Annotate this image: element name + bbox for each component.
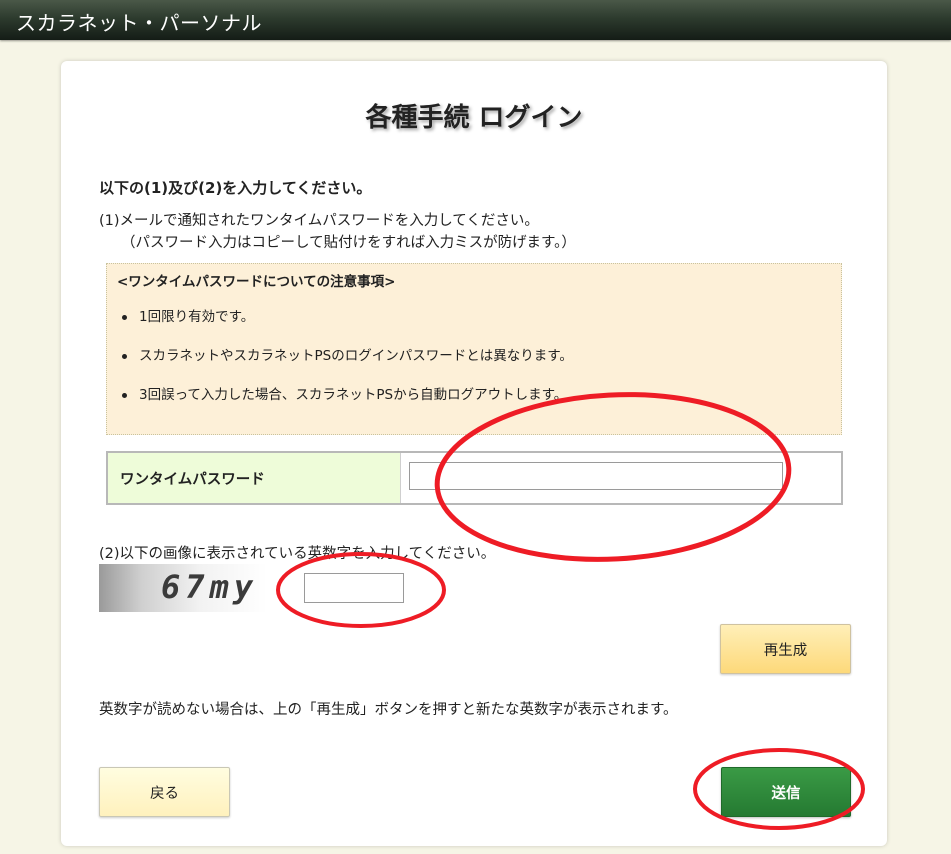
captcha-image: 67my	[99, 564, 267, 612]
captcha-help-text: 英数字が読めない場合は、上の「再生成」ボタンを押すと新たな英数字が表示されます。	[99, 702, 678, 718]
notice-list: 1回限り有効です。 スカラネットやスカラネットPSのログインパスワードとは異なり…	[119, 308, 573, 425]
captcha-input[interactable]	[304, 573, 404, 603]
captcha-image-text: 67my	[161, 568, 259, 606]
app-title: スカラネット・パーソナル	[16, 11, 262, 35]
otp-input-cell	[401, 453, 841, 503]
submit-button[interactable]: 送信	[721, 767, 851, 817]
instruction-text: 以下の(1)及び(2)を入力してください。	[99, 179, 372, 197]
login-card: 各種手続 ログイン 以下の(1)及び(2)を入力してください。 (1)メールで通…	[61, 61, 887, 846]
notice-item: 1回限り有効です。	[119, 308, 573, 347]
otp-row: ワンタイムパスワード	[106, 451, 843, 505]
header-bar: スカラネット・パーソナル	[0, 0, 951, 40]
otp-input[interactable]	[409, 462, 783, 490]
otp-label: ワンタイムパスワード	[108, 453, 401, 503]
back-button[interactable]: 戻る	[99, 767, 230, 817]
otp-notice-box: <ワンタイムパスワードについての注意事項> 1回限り有効です。 スカラネットやス…	[106, 263, 842, 435]
page-title: 各種手続 ログイン	[365, 103, 583, 133]
notice-title: <ワンタイムパスワードについての注意事項>	[117, 274, 396, 290]
regenerate-button[interactable]: 再生成	[720, 624, 851, 674]
notice-item: 3回誤って入力した場合、スカラネットPSから自動ログアウトします。	[119, 386, 573, 425]
step2-text: (2)以下の画像に表示されている英数字を入力してください。	[99, 546, 496, 562]
step1-text: (1)メールで通知されたワンタイムパスワードを入力してください。	[99, 213, 539, 229]
notice-item: スカラネットやスカラネットPSのログインパスワードとは異なります。	[119, 347, 573, 386]
step1-note: （パスワード入力はコピーして貼付けをすれば入力ミスが防げます。）	[121, 235, 576, 251]
